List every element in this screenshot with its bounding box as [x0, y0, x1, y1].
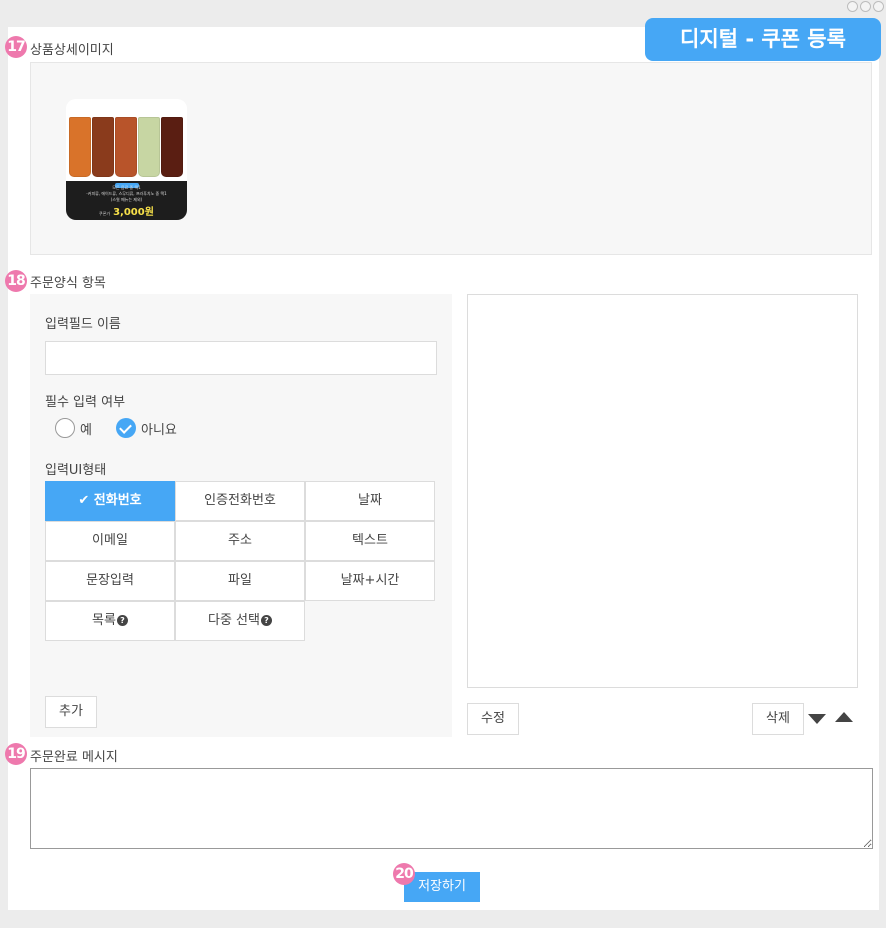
ui-type-list[interactable]: 목록?	[45, 601, 175, 641]
window-controls	[847, 1, 884, 12]
required-no-label[interactable]: 아니요	[141, 419, 177, 438]
check-icon: ✔	[78, 493, 94, 508]
complete-message-textarea[interactable]	[30, 768, 873, 849]
ui-type-verified-phone[interactable]: 인증전화번호	[175, 481, 305, 521]
drink-cup	[161, 117, 183, 177]
delete-button[interactable]: 삭제	[752, 703, 804, 735]
complete-message-label: 주문완료 메시지	[30, 750, 118, 765]
move-up-icon[interactable]	[835, 712, 853, 722]
ui-type-date[interactable]: 날짜	[305, 481, 435, 521]
window-button-icon[interactable]	[873, 1, 884, 12]
field-name-input[interactable]	[45, 341, 437, 375]
ui-type-address[interactable]: 주소	[175, 521, 305, 561]
edit-button[interactable]: 수정	[467, 703, 519, 735]
thumbnail-caption: 모든 음료 중 택1 -커피류, 에이드류, 스무디류, 프라푸치노 중 택1 …	[66, 181, 187, 220]
step-badge-19: 19	[5, 743, 27, 765]
ui-type-label-text: 다중 선택	[208, 613, 260, 628]
ui-type-datetime[interactable]: 날짜+시간	[305, 561, 435, 601]
ui-type-file[interactable]: 파일	[175, 561, 305, 601]
add-field-button[interactable]: 추가	[45, 696, 97, 728]
price-value: 3,000원	[113, 207, 154, 218]
help-icon[interactable]: ?	[260, 615, 272, 626]
ui-type-label-text: 전화번호	[93, 493, 142, 508]
window-button-icon[interactable]	[847, 1, 858, 12]
drink-cup	[115, 117, 137, 177]
caption-price: 쿠폰가 3,000원	[66, 203, 187, 218]
ui-type-label-text: 목록	[92, 613, 116, 628]
field-name-label: 입력필드 이름	[45, 317, 121, 332]
step-badge-17: 17	[5, 36, 27, 58]
order-form-label: 주문양식 항목	[30, 276, 106, 291]
drink-cup	[69, 117, 91, 177]
ui-type-text[interactable]: 텍스트	[305, 521, 435, 561]
caption-line-1: 모든 음료 중 택1	[112, 185, 141, 190]
required-yes-radio[interactable]	[55, 418, 75, 438]
move-down-icon[interactable]	[808, 714, 826, 724]
required-label: 필수 입력 여부	[45, 395, 126, 410]
detail-image-label: 상품상세이미지	[30, 43, 114, 58]
required-no-radio[interactable]	[116, 418, 136, 438]
detail-image-thumbnail[interactable]: 모든 음료 중 택1 -커피류, 에이드류, 스무디류, 프라푸치노 중 택1 …	[66, 99, 187, 220]
caption-line-3: (스윗 메뉴는 제외)	[110, 197, 143, 202]
required-yes-label[interactable]: 예	[80, 419, 92, 438]
drink-cup	[92, 117, 114, 177]
ui-type-multi-select[interactable]: 다중 선택?	[175, 601, 305, 641]
ui-type-sentence[interactable]: 문장입력	[45, 561, 175, 601]
ui-type-email[interactable]: 이메일	[45, 521, 175, 561]
help-icon[interactable]: ?	[116, 615, 128, 626]
step-badge-20: 20	[393, 863, 415, 885]
drink-cup	[138, 117, 160, 177]
caption-line-2: -커피류, 에이드류, 스무디류, 프라푸치노 중 택1	[86, 191, 167, 196]
page-title-banner: 디지털 - 쿠폰 등록	[645, 18, 881, 61]
ui-type-phone[interactable]: ✔ 전화번호	[45, 481, 175, 521]
save-button[interactable]: 저장하기	[404, 872, 480, 902]
field-preview-list[interactable]	[467, 294, 858, 688]
step-badge-18: 18	[5, 270, 27, 292]
ui-type-label: 입력UI형태	[45, 463, 107, 478]
window-button-icon[interactable]	[860, 1, 871, 12]
price-label: 쿠폰가	[99, 211, 111, 216]
drink-photo	[66, 99, 187, 183]
